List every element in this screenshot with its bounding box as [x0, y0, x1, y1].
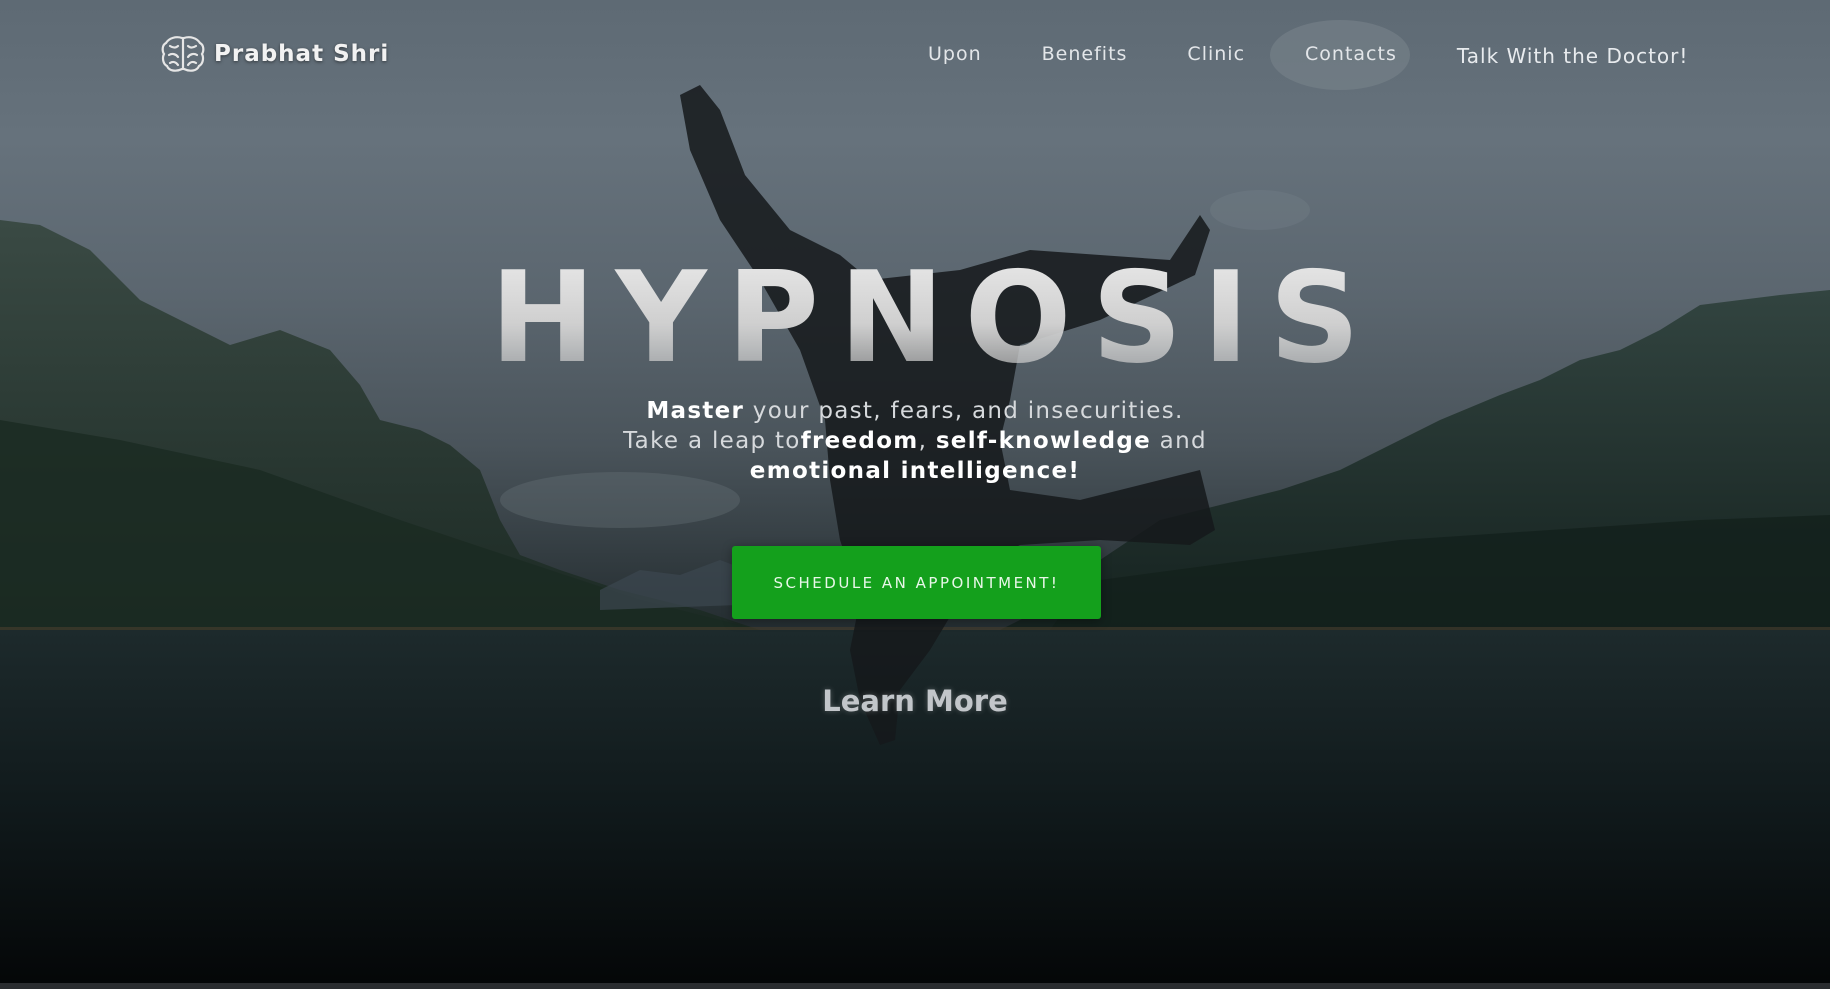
nav-link-clinic[interactable]: Clinic — [1187, 43, 1245, 65]
brain-icon — [161, 36, 205, 72]
tagline-master: Master — [646, 398, 745, 424]
hero-section: Prabhat Shri Upon Benefits Clinic Contac… — [0, 0, 1830, 989]
tagline-separator: , — [918, 428, 936, 454]
schedule-appointment-button[interactable]: SCHEDULE AN APPOINTMENT! — [732, 546, 1101, 619]
tagline-line-2-end: and — [1151, 428, 1207, 454]
tagline-line-1-rest: your past, fears, and insecurities. — [744, 398, 1184, 424]
logo-text: Prabhat Shri — [214, 41, 390, 67]
tagline-line-2: Take a leap tofreedom, self-knowledge an… — [0, 426, 1830, 456]
hero-background-image — [0, 20, 1830, 989]
learn-more-area: Learn More — [0, 684, 1830, 718]
main-nav: Upon Benefits Clinic Contacts Talk With … — [928, 40, 1688, 68]
tagline-line-2-start: Take a leap to — [623, 428, 801, 454]
hero-title: HYPNOSIS — [0, 255, 1830, 381]
hero-tagline: Master your past, fears, and insecuritie… — [0, 396, 1830, 486]
nav-link-contacts[interactable]: Contacts — [1305, 43, 1397, 65]
learn-more-link[interactable]: Learn More — [822, 684, 1008, 718]
tagline-self-knowledge: self-knowledge — [935, 428, 1152, 454]
tagline-freedom: freedom — [800, 428, 919, 454]
tagline-line-1: Master your past, fears, and insecuritie… — [0, 396, 1830, 426]
site-logo[interactable]: Prabhat Shri — [160, 34, 389, 74]
talk-with-doctor-link[interactable]: Talk With the Doctor! — [1457, 44, 1689, 68]
nav-link-upon[interactable]: Upon — [928, 43, 982, 65]
bottom-divider — [0, 983, 1830, 989]
tagline-line-3: emotional intelligence! — [0, 456, 1830, 486]
nav-link-benefits[interactable]: Benefits — [1042, 43, 1128, 65]
tagline-emotional-intelligence: emotional intelligence! — [749, 458, 1081, 484]
